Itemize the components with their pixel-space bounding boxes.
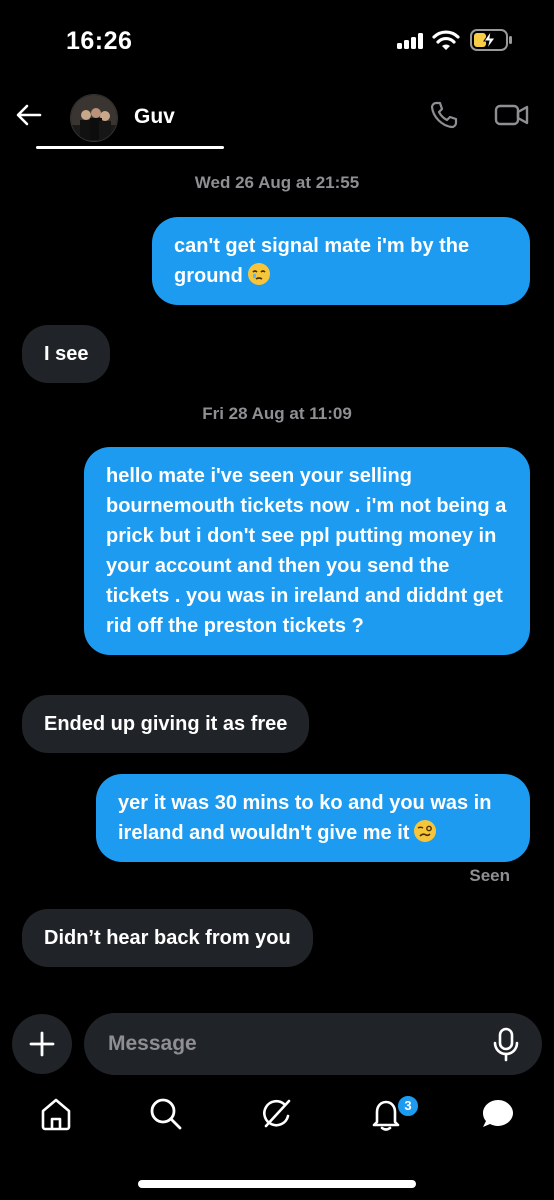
message-text: can't get signal mate i'm by the ground bbox=[174, 235, 470, 287]
notification-count-badge: 3 bbox=[396, 1094, 420, 1118]
status-time: 16:26 bbox=[66, 27, 133, 55]
seen-status: Seen bbox=[469, 866, 510, 885]
phone-call-icon[interactable] bbox=[428, 99, 460, 131]
header-divider bbox=[36, 146, 224, 149]
sent-message-bubble[interactable]: yer it was 30 mins to ko and you was in … bbox=[96, 774, 530, 862]
woozy-face-icon bbox=[414, 820, 437, 842]
face-holding-back-tears-icon bbox=[247, 263, 270, 285]
battery-charging-icon bbox=[470, 29, 512, 51]
received-message-bubble[interactable]: Didn’t hear back from you bbox=[22, 909, 313, 967]
search-icon[interactable] bbox=[148, 1096, 184, 1132]
add-attachment-button[interactable] bbox=[12, 1014, 72, 1074]
video-call-icon[interactable] bbox=[494, 101, 530, 129]
message-text: hello mate i've seen your selling bourne… bbox=[106, 465, 507, 637]
message-input[interactable] bbox=[84, 1013, 542, 1075]
received-message-bubble[interactable]: Ended up giving it as free bbox=[22, 695, 310, 753]
bottom-tab-bar bbox=[0, 1078, 554, 1158]
status-bar: 16:26 bbox=[0, 0, 554, 84]
wifi-icon bbox=[432, 30, 460, 50]
microphone-icon[interactable] bbox=[492, 1027, 520, 1063]
sent-message-bubble[interactable]: hello mate i've seen your selling bourne… bbox=[84, 447, 530, 655]
back-arrow-icon[interactable] bbox=[14, 100, 44, 130]
avatar[interactable] bbox=[70, 94, 118, 142]
cellular-signal-icon bbox=[397, 33, 425, 49]
received-message-bubble[interactable]: I see bbox=[22, 325, 111, 383]
messages-icon[interactable] bbox=[480, 1096, 516, 1132]
message-text: I see bbox=[44, 343, 89, 365]
home-indicator[interactable] bbox=[138, 1180, 416, 1188]
message-timestamp: Fri 28 Aug at 11:09 bbox=[202, 404, 352, 423]
home-icon[interactable] bbox=[38, 1096, 74, 1132]
conversation-header: Guv bbox=[0, 84, 554, 150]
grok-icon[interactable] bbox=[258, 1096, 294, 1132]
message-text: Ended up giving it as free bbox=[44, 713, 288, 735]
message-text: Didn’t hear back from you bbox=[44, 927, 291, 949]
message-composer bbox=[0, 1008, 554, 1076]
plus-icon bbox=[29, 1031, 55, 1057]
message-timestamp: Wed 26 Aug at 21:55 bbox=[194, 173, 360, 192]
sent-message-bubble[interactable]: can't get signal mate i'm by the ground bbox=[152, 217, 530, 305]
contact-name[interactable]: Guv bbox=[134, 105, 175, 129]
